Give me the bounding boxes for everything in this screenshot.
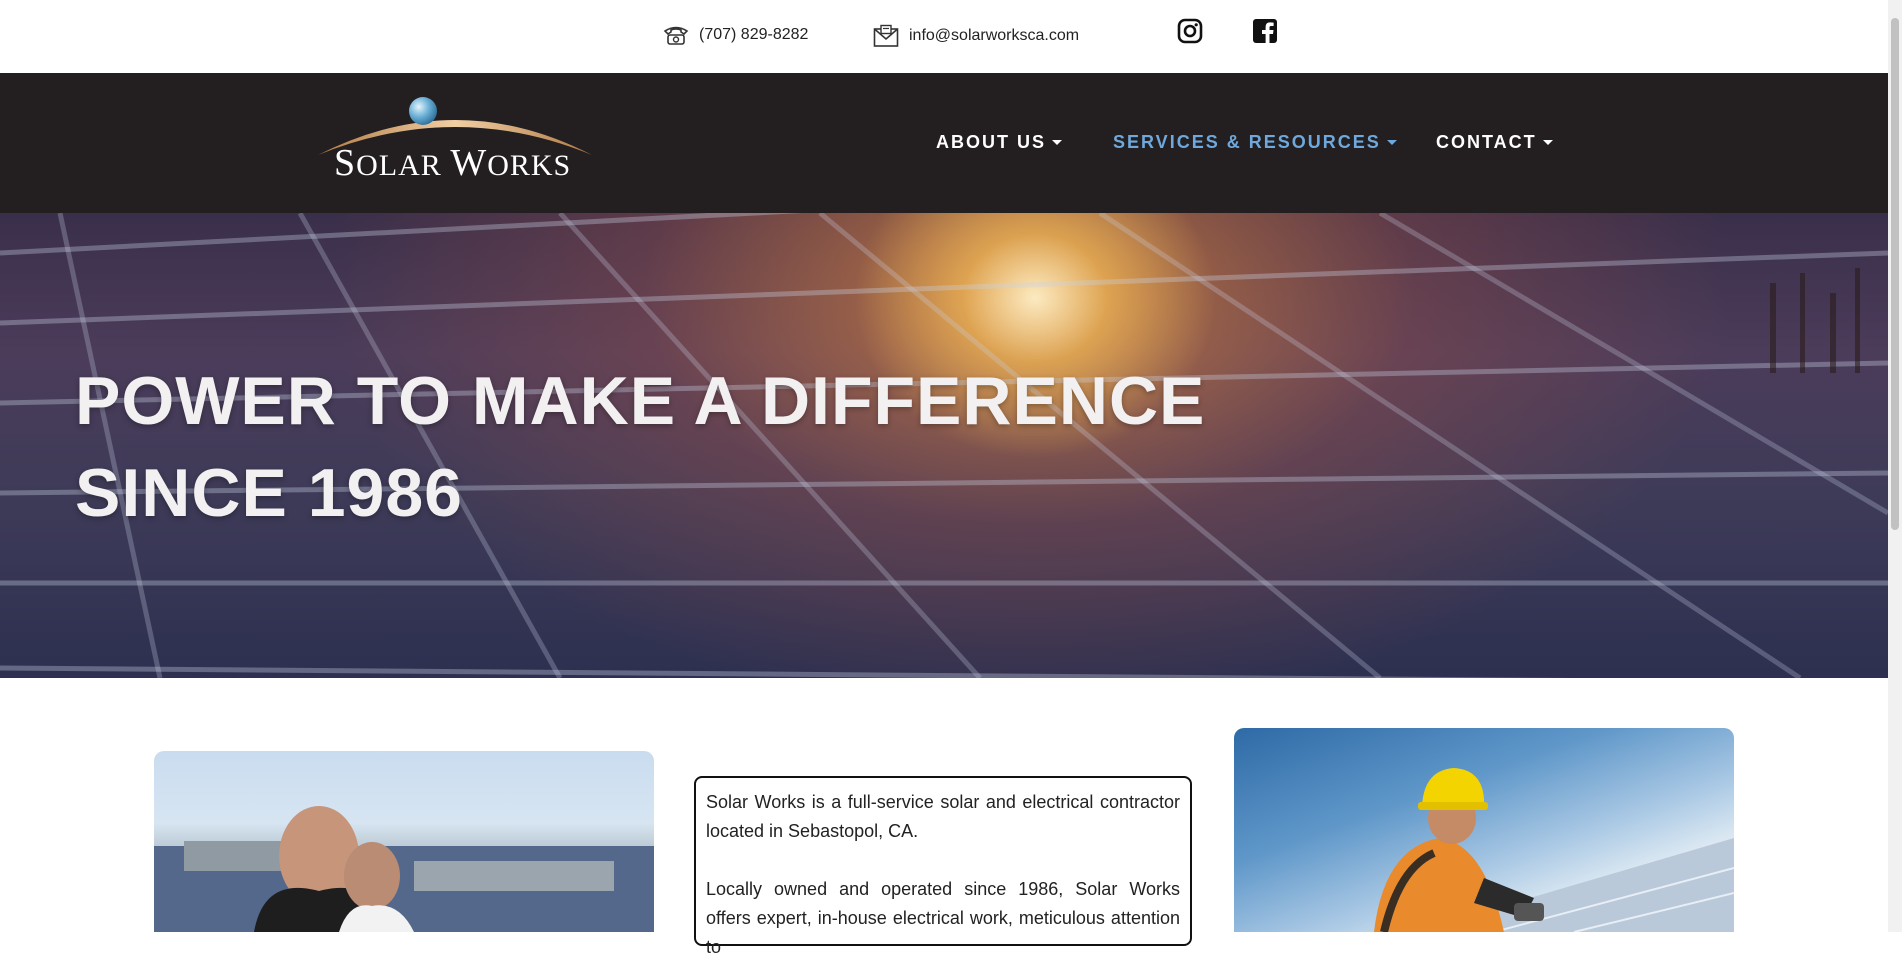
hero-banner: POWER TO MAKE A DIFFERENCE SINCE 1986 (0, 213, 1888, 678)
nav-services-resources-label[interactable]: SERVICES & RESOURCES (1113, 132, 1381, 153)
chevron-down-icon (1052, 140, 1062, 145)
nav-about-us[interactable]: ABOUT US (936, 132, 1062, 153)
owners-photo-illustration (154, 806, 654, 932)
intro-paragraph-1: Solar Works is a full-service solar and … (706, 792, 1180, 841)
page-scrollbar[interactable] (1888, 0, 1902, 932)
nav-services-resources[interactable]: SERVICES & RESOURCES (1113, 132, 1397, 153)
nav-contact[interactable]: CONTACT (1436, 132, 1553, 153)
nav-about-us-label[interactable]: ABOUT US (936, 132, 1046, 153)
main-navbar: SOLAR WORKS ABOUT US SERVICES & RESOURCE… (0, 73, 1888, 213)
email-address[interactable]: info@solarworksca.com (909, 27, 1079, 45)
installer-photo (1234, 728, 1734, 932)
logo-wordmark: SOLAR WORKS (334, 142, 572, 184)
phone-number[interactable]: (707) 829-8282 (699, 26, 808, 44)
intro-text-box: Solar Works is a full-service solar and … (694, 776, 1192, 957)
facebook-link[interactable] (1252, 18, 1278, 49)
chevron-down-icon (1542, 140, 1553, 145)
chevron-down-icon (1386, 140, 1397, 145)
instagram-link[interactable] (1177, 18, 1203, 49)
email-contact[interactable]: info@solarworksca.com (873, 24, 1079, 48)
hero-headline-line2: SINCE 1986 (75, 455, 463, 531)
nav-contact-label[interactable]: CONTACT (1436, 132, 1537, 153)
phone-icon (663, 26, 689, 45)
hero-headline-line1: POWER TO MAKE A DIFFERENCE (75, 363, 1206, 439)
top-contact-bar: (707) 829-8282 info@solarworksca.com (0, 0, 1888, 73)
scrollbar-thumb[interactable] (1891, 18, 1899, 530)
solar-works-logo[interactable]: SOLAR WORKS (316, 91, 596, 191)
instagram-icon (1177, 18, 1203, 44)
hero-headline: POWER TO MAKE A DIFFERENCE SINCE 1986 (75, 355, 1205, 539)
installer-photo-illustration (1374, 768, 1734, 932)
facebook-icon (1253, 19, 1277, 44)
owners-photo (154, 751, 654, 932)
mail-icon (873, 24, 899, 47)
intro-paragraph-2: Locally owned and operated since 1986, S… (706, 879, 1180, 957)
phone-contact[interactable]: (707) 829-8282 (663, 24, 808, 46)
